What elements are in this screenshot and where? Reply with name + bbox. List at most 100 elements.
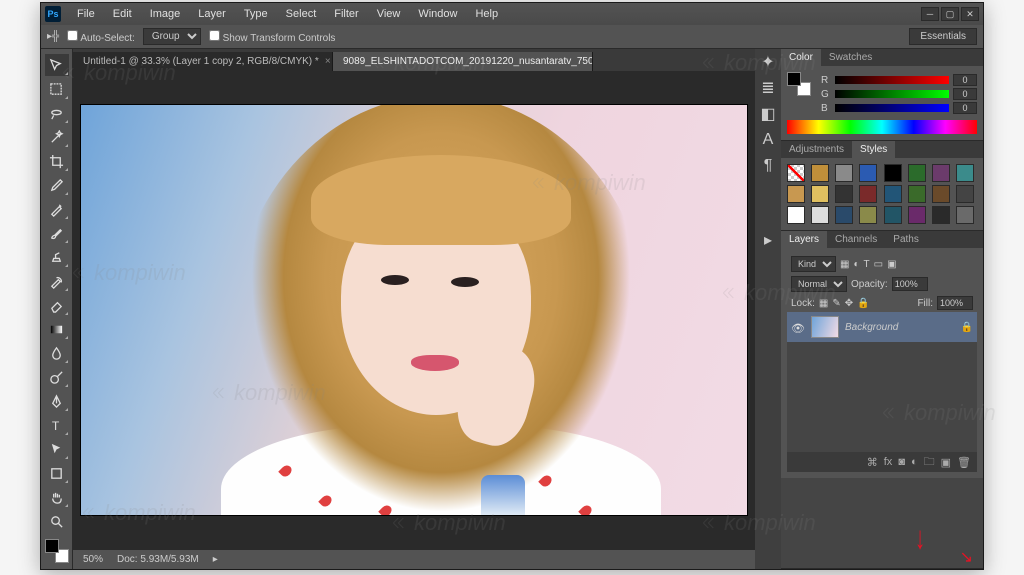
style-swatch[interactable] bbox=[956, 164, 974, 182]
hand-tool[interactable] bbox=[45, 486, 69, 508]
history-panel-icon[interactable]: ✦ bbox=[759, 53, 777, 71]
style-swatch[interactable] bbox=[811, 164, 829, 182]
menu-view[interactable]: View bbox=[369, 6, 409, 22]
properties-panel-icon[interactable]: ◧ bbox=[759, 105, 777, 123]
shape-tool[interactable] bbox=[45, 462, 69, 484]
style-swatch[interactable] bbox=[932, 185, 950, 203]
style-swatch[interactable] bbox=[787, 185, 805, 203]
b-slider[interactable] bbox=[835, 104, 949, 112]
filter-adjust-icon[interactable]: ◐ bbox=[853, 259, 859, 270]
history-brush-tool[interactable] bbox=[45, 270, 69, 292]
clone-stamp-tool[interactable] bbox=[45, 246, 69, 268]
filter-type-icon[interactable]: T bbox=[864, 259, 870, 270]
path-selection-tool[interactable] bbox=[45, 438, 69, 460]
brush-tool[interactable] bbox=[45, 222, 69, 244]
style-swatch[interactable] bbox=[859, 185, 877, 203]
workspace-switcher[interactable]: Essentials bbox=[909, 28, 977, 45]
style-swatch[interactable] bbox=[908, 206, 926, 224]
healing-brush-tool[interactable] bbox=[45, 198, 69, 220]
eraser-tool[interactable] bbox=[45, 294, 69, 316]
filter-pixel-icon[interactable]: ▦ bbox=[840, 259, 849, 270]
style-swatch[interactable] bbox=[884, 164, 902, 182]
menu-edit[interactable]: Edit bbox=[105, 6, 140, 22]
style-swatch[interactable] bbox=[932, 164, 950, 182]
r-value[interactable]: 0 bbox=[953, 74, 977, 86]
paragraph-panel-icon[interactable]: ¶ bbox=[759, 157, 777, 175]
r-slider[interactable] bbox=[835, 76, 949, 84]
style-swatch[interactable] bbox=[956, 185, 974, 203]
expand-panels-icon[interactable]: ▸ bbox=[759, 231, 777, 249]
character-panel-icon[interactable]: A bbox=[759, 131, 777, 149]
menu-type[interactable]: Type bbox=[236, 6, 276, 22]
color-tab[interactable]: Color bbox=[781, 49, 821, 66]
g-value[interactable]: 0 bbox=[953, 88, 977, 100]
lasso-tool[interactable] bbox=[45, 102, 69, 124]
style-swatch[interactable] bbox=[835, 164, 853, 182]
auto-select-checkbox[interactable]: Auto-Select: bbox=[67, 30, 135, 44]
link-layers-icon[interactable]: ⌘ bbox=[867, 456, 878, 469]
style-swatch[interactable] bbox=[859, 206, 877, 224]
color-fgbg[interactable] bbox=[787, 72, 811, 96]
gradient-tool[interactable] bbox=[45, 318, 69, 340]
dodge-tool[interactable] bbox=[45, 366, 69, 388]
canvas[interactable] bbox=[81, 105, 747, 515]
blend-mode-dropdown[interactable]: Normal bbox=[791, 276, 847, 292]
minimize-button[interactable]: ─ bbox=[921, 7, 939, 21]
style-swatch[interactable] bbox=[811, 206, 829, 224]
foreground-background-colors[interactable] bbox=[45, 539, 69, 563]
visibility-toggle-icon[interactable]: 👁 bbox=[791, 322, 805, 332]
b-value[interactable]: 0 bbox=[953, 102, 977, 114]
type-tool[interactable]: T bbox=[45, 414, 69, 436]
style-swatch[interactable] bbox=[787, 164, 805, 182]
style-swatch[interactable] bbox=[908, 185, 926, 203]
eyedropper-tool[interactable] bbox=[45, 174, 69, 196]
status-arrow-icon[interactable]: ▸ bbox=[213, 554, 218, 565]
menu-layer[interactable]: Layer bbox=[190, 6, 234, 22]
styles-tab[interactable]: Styles bbox=[852, 141, 895, 158]
layer-name[interactable]: Background bbox=[845, 322, 955, 333]
style-swatch[interactable] bbox=[884, 185, 902, 203]
lock-all-icon[interactable]: 🔒 bbox=[857, 298, 869, 309]
lock-position-icon[interactable]: ✥ bbox=[845, 298, 853, 309]
menu-filter[interactable]: Filter bbox=[326, 6, 366, 22]
layer-filter-kind[interactable]: Kind bbox=[791, 256, 836, 272]
filter-shape-icon[interactable]: ▭ bbox=[874, 259, 883, 270]
actions-panel-icon[interactable]: ≣ bbox=[759, 79, 777, 97]
style-swatch[interactable] bbox=[884, 206, 902, 224]
show-transform-checkbox[interactable]: Show Transform Controls bbox=[209, 30, 336, 44]
channels-tab[interactable]: Channels bbox=[827, 231, 885, 248]
layer-thumbnail[interactable] bbox=[811, 316, 839, 338]
swatches-tab[interactable]: Swatches bbox=[821, 49, 880, 66]
style-swatch[interactable] bbox=[787, 206, 805, 224]
layer-mask-icon[interactable]: ◙ bbox=[898, 456, 905, 468]
fill-input[interactable] bbox=[937, 296, 973, 310]
opacity-input[interactable] bbox=[892, 277, 928, 291]
menu-file[interactable]: File bbox=[69, 6, 103, 22]
color-spectrum[interactable] bbox=[787, 120, 977, 134]
document-tab-0[interactable]: Untitled-1 @ 33.3% (Layer 1 copy 2, RGB/… bbox=[73, 52, 333, 71]
style-swatch[interactable] bbox=[811, 185, 829, 203]
group-icon[interactable]: 🗀 bbox=[924, 453, 935, 472]
style-swatch[interactable] bbox=[859, 164, 877, 182]
style-swatch[interactable] bbox=[835, 185, 853, 203]
close-tab-icon[interactable]: × bbox=[325, 56, 331, 67]
zoom-level[interactable]: 50% bbox=[83, 554, 103, 565]
move-tool[interactable] bbox=[45, 54, 69, 76]
adjustment-layer-icon[interactable]: ◐ bbox=[911, 456, 918, 468]
menu-window[interactable]: Window bbox=[410, 6, 465, 22]
lock-transparent-icon[interactable]: ▦ bbox=[819, 298, 828, 309]
delete-layer-icon[interactable]: 🗑 bbox=[957, 456, 971, 469]
style-swatch[interactable] bbox=[835, 206, 853, 224]
blur-tool[interactable] bbox=[45, 342, 69, 364]
paths-tab[interactable]: Paths bbox=[885, 231, 927, 248]
close-button[interactable]: ✕ bbox=[961, 7, 979, 21]
lock-pixels-icon[interactable]: ✎ bbox=[832, 298, 840, 309]
g-slider[interactable] bbox=[835, 90, 949, 98]
pen-tool[interactable] bbox=[45, 390, 69, 412]
adjustments-tab[interactable]: Adjustments bbox=[781, 141, 852, 158]
filter-smart-icon[interactable]: ▣ bbox=[887, 259, 896, 270]
layers-tab[interactable]: Layers bbox=[781, 231, 827, 248]
crop-tool[interactable] bbox=[45, 150, 69, 172]
menu-image[interactable]: Image bbox=[142, 6, 189, 22]
layer-fx-icon[interactable]: fx bbox=[884, 456, 893, 468]
